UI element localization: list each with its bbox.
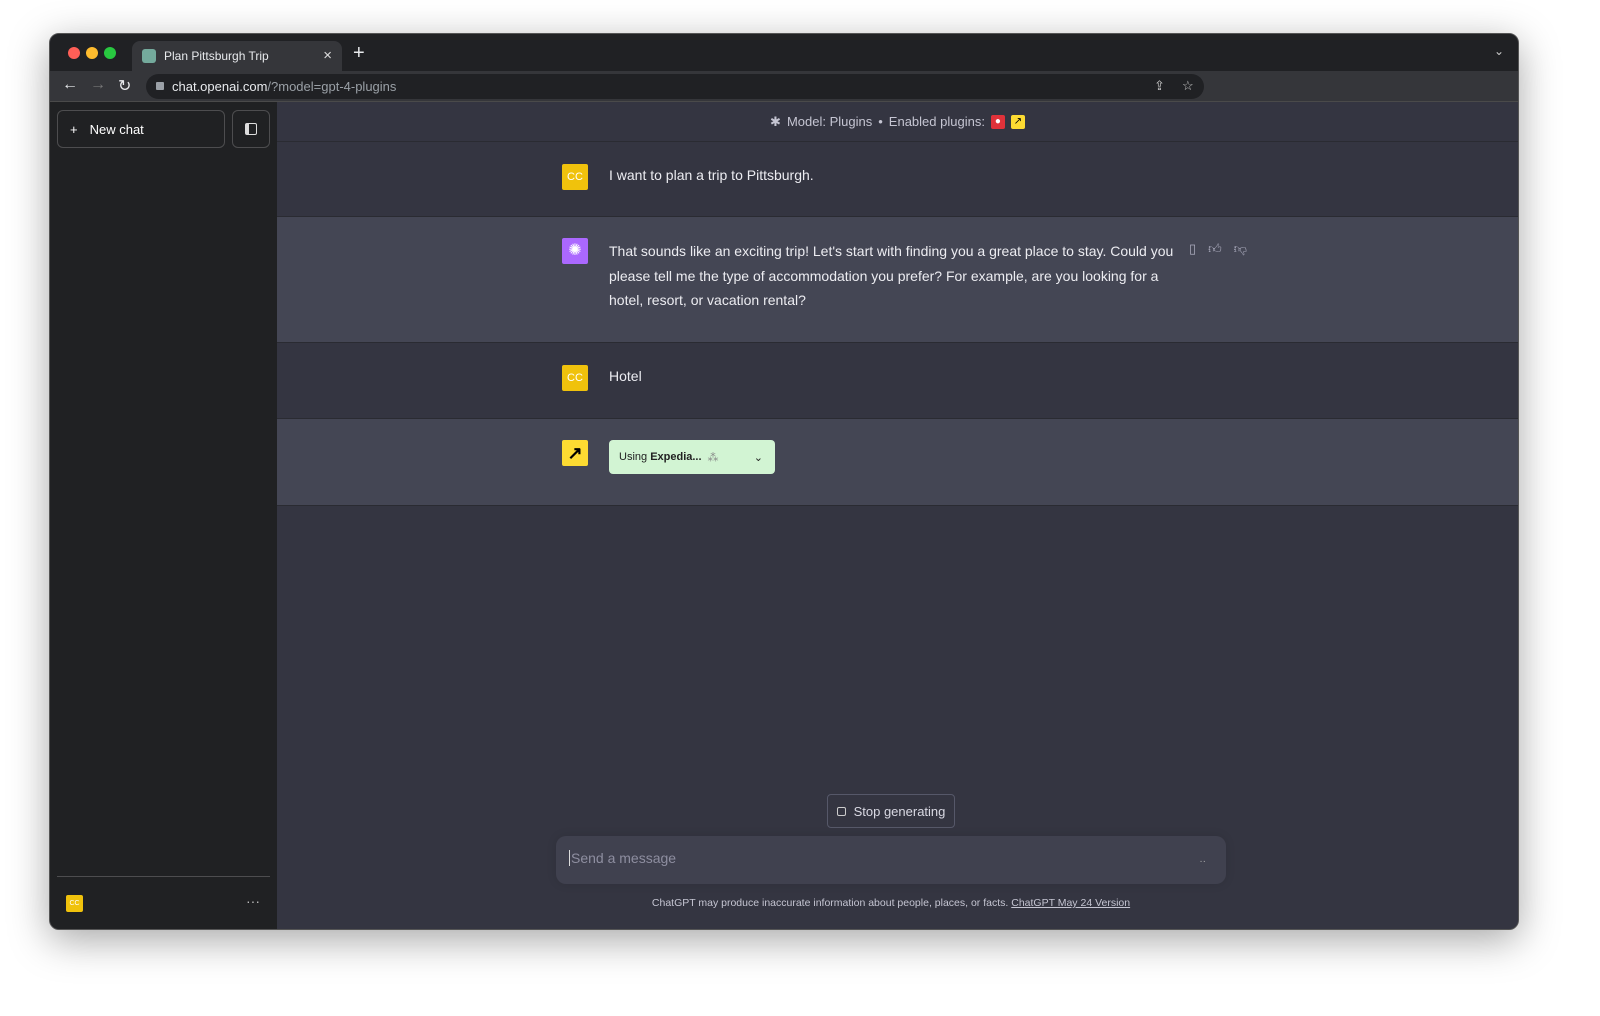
disclaimer-text: ChatGPT may produce inaccurate informati… bbox=[651, 897, 1009, 909]
message-text: That sounds like an exciting trip! Let's… bbox=[609, 243, 1174, 308]
user-avatar: CC bbox=[66, 895, 83, 912]
chatgpt-favicon-icon bbox=[142, 49, 156, 63]
message-assistant: ✺ That sounds like an exciting trip! Let… bbox=[277, 217, 1518, 343]
lock-icon bbox=[156, 82, 164, 90]
message-user: CC Hotel bbox=[277, 343, 1518, 419]
tab-title: Plan Pittsburgh Trip bbox=[164, 49, 269, 63]
back-icon[interactable]: ← bbox=[62, 76, 78, 94]
close-tab-icon[interactable]: × bbox=[323, 47, 332, 64]
model-label: Model: Plugins bbox=[786, 114, 873, 129]
reload-icon[interactable]: ↻ bbox=[118, 76, 131, 96]
share-icon[interactable]: ⇪ bbox=[1154, 78, 1165, 94]
chevron-down-icon: ⌄ bbox=[753, 451, 763, 464]
user-avatar: CC bbox=[562, 164, 588, 190]
new-chat-button[interactable]: + New chat bbox=[57, 110, 225, 148]
plugin-name: Expedia... bbox=[650, 451, 702, 463]
new-chat-label: New chat bbox=[89, 121, 144, 137]
user-menu[interactable]: CC ··· bbox=[57, 876, 270, 929]
tab-search-chevron-icon[interactable]: ⌄ bbox=[1494, 44, 1504, 58]
plus-icon: + bbox=[70, 121, 78, 137]
tab-active[interactable]: Plan Pittsburgh Trip × bbox=[132, 41, 342, 71]
disclaimer: ChatGPT may produce inaccurate informati… bbox=[556, 897, 1226, 909]
tab-bar: Plan Pittsburgh Trip × + ⌄ bbox=[50, 34, 1518, 71]
thumbs-up-icon[interactable]: 👍︎ bbox=[1208, 241, 1222, 257]
stop-label: Stop generating bbox=[853, 803, 946, 819]
stop-generating-button[interactable]: Stop generating bbox=[827, 794, 955, 828]
separator: • bbox=[878, 114, 883, 129]
version-link[interactable]: ChatGPT May 24 Version bbox=[1011, 897, 1130, 909]
message-text: Hotel bbox=[609, 368, 642, 384]
plugin-red-icon: ● bbox=[990, 114, 1005, 129]
copy-icon[interactable]: ▯ bbox=[1189, 241, 1196, 257]
thumbs-down-icon[interactable]: 👎︎ bbox=[1234, 241, 1247, 257]
loading-dots-icon: ·· bbox=[1199, 856, 1206, 867]
new-tab-icon[interactable]: + bbox=[353, 42, 365, 65]
url-host: chat.openai.com bbox=[172, 79, 268, 94]
message-input[interactable] bbox=[569, 850, 1169, 866]
spinner-icon: ⁂ bbox=[707, 451, 719, 464]
expedia-logo-icon: ↗ bbox=[562, 440, 588, 466]
bookmark-star-icon[interactable]: ☆ bbox=[1182, 78, 1194, 94]
toggle-sidebar-button[interactable] bbox=[232, 110, 270, 148]
message-plugin: ↗ Using Expedia... ⁂ ⌄ bbox=[277, 419, 1518, 506]
using-label: Using bbox=[619, 451, 648, 463]
chatgpt-logo-icon: ✺ bbox=[562, 238, 588, 264]
chat-main: ✱ Model: Plugins • Enabled plugins: ● ↗ … bbox=[277, 102, 1518, 929]
close-window-button[interactable] bbox=[68, 47, 80, 59]
expedia-plugin-icon: ↗ bbox=[1010, 114, 1025, 129]
sidebar: + New chat CC ··· bbox=[50, 102, 277, 929]
address-bar-row: ← → ↻ chat.openai.com/?model=gpt-4-plugi… bbox=[50, 71, 1518, 102]
model-header: ✱ Model: Plugins • Enabled plugins: ● ↗ bbox=[277, 102, 1518, 142]
puzzle-icon: ✱ bbox=[770, 113, 781, 129]
plugin-status-dropdown[interactable]: Using Expedia... ⁂ ⌄ bbox=[609, 440, 775, 474]
forward-icon[interactable]: → bbox=[90, 76, 106, 94]
url-path: /?model=gpt-4-plugins bbox=[267, 79, 397, 94]
message-input-box: ·· bbox=[556, 836, 1226, 884]
user-avatar: CC bbox=[562, 365, 588, 391]
enabled-plugins-label: Enabled plugins: bbox=[888, 114, 985, 129]
message-user: CC I want to plan a trip to Pittsburgh. bbox=[277, 142, 1518, 217]
url-field[interactable]: chat.openai.com/?model=gpt-4-plugins ⇪ ☆ bbox=[146, 74, 1204, 99]
more-icon[interactable]: ··· bbox=[246, 893, 260, 909]
sidebar-icon bbox=[245, 123, 257, 135]
stop-icon bbox=[836, 806, 846, 816]
minimize-window-button[interactable] bbox=[86, 47, 98, 59]
maximize-window-button[interactable] bbox=[104, 47, 116, 59]
message-text: I want to plan a trip to Pittsburgh. bbox=[609, 167, 814, 183]
browser-window: Plan Pittsburgh Trip × + ⌄ ← → ↻ chat.op… bbox=[49, 33, 1519, 930]
